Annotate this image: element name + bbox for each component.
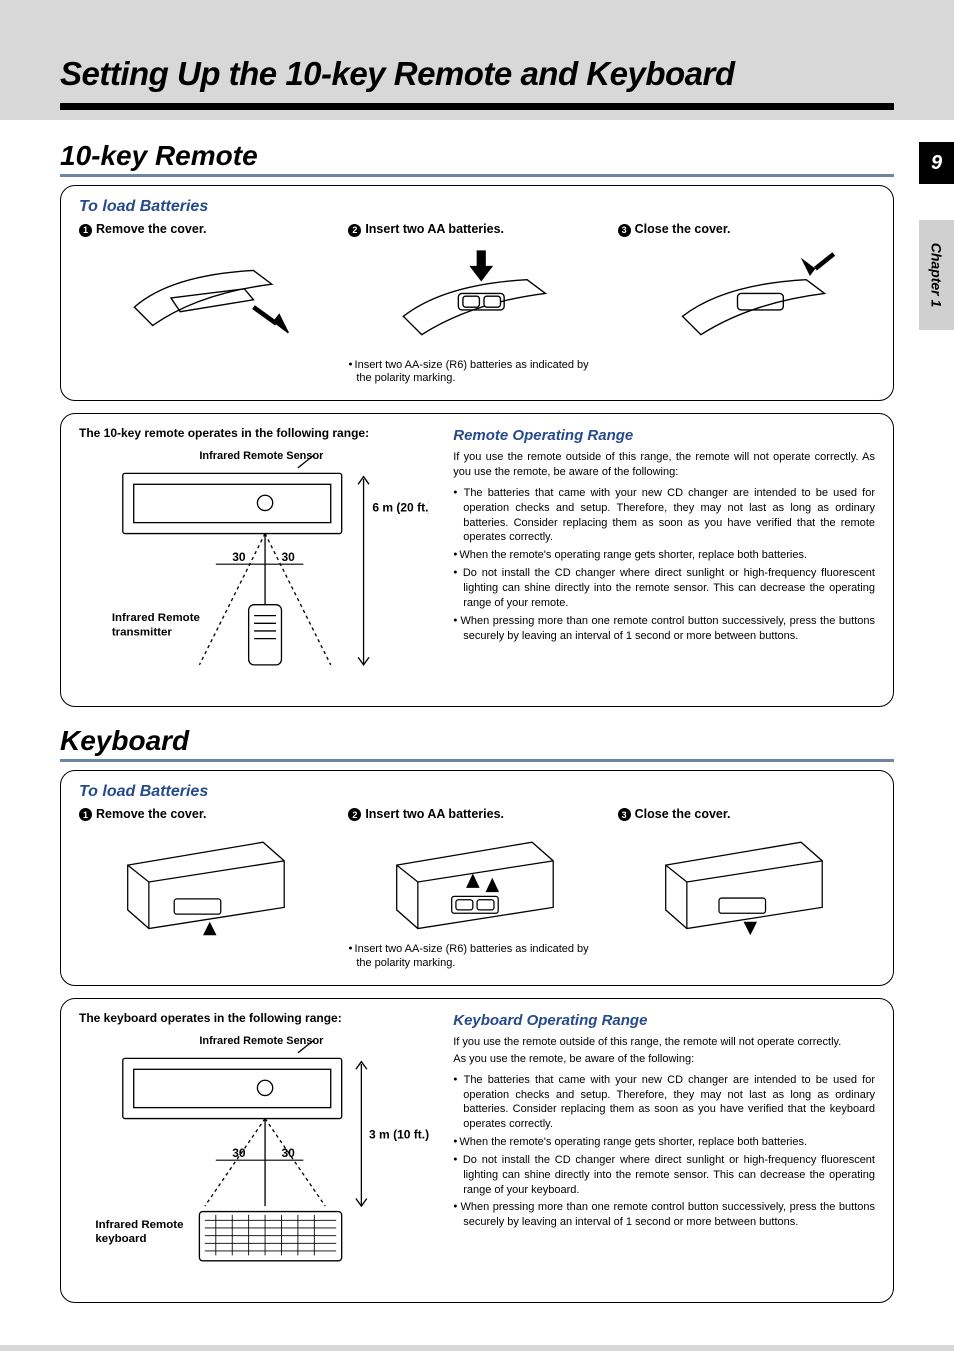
keyboard-range-heading: The keyboard operates in the following r…: [79, 1011, 429, 1025]
angle-left-text: 30: [232, 550, 246, 564]
keyboard-bullet-4: When pressing more than one remote contr…: [453, 1200, 875, 1230]
kb-angle-right-text: 30: [281, 1146, 295, 1160]
kb-step2-note: Insert two AA-size (R6) batteries as ind…: [348, 943, 605, 971]
remote-bullet-2: When the remote's operating range gets s…: [453, 548, 875, 563]
kb-sensor-label-text: Infrared Remote Sensor: [199, 1035, 324, 1047]
remote-op-intro: If you use the remote outside of this ra…: [453, 450, 875, 480]
keyboard-load-batteries-block: To load Batteries 1 Remove the cover. 2 In…: [60, 770, 894, 986]
kb-transmitter-label-line1: Infrared Remote: [95, 1219, 183, 1231]
keyboard-bullet-2: When the remote's operating range gets s…: [453, 1135, 875, 1150]
step-badge-3: 3: [618, 224, 631, 237]
keyboard-bullet-3: Do not install the CD changer where dire…: [453, 1153, 875, 1198]
remote-bullet-3: Do not install the CD changer where dire…: [453, 566, 875, 611]
keyboard-step-1: 1 Remove the cover.: [79, 807, 336, 971]
kb-step-badge-1: 1: [79, 808, 92, 821]
keyboard-load-title: To load Batteries: [79, 783, 875, 801]
step-badge-1: 1: [79, 224, 92, 237]
remote-insert-batteries-illustration: [348, 243, 605, 353]
keyboard-op-intro2: As you use the remote, be aware of the f…: [453, 1052, 875, 1067]
transmitter-label-line2: transmitter: [112, 626, 173, 638]
title-rule: [60, 103, 894, 110]
kb-step1-label: Remove the cover.: [96, 807, 206, 821]
keyboard-insert-batteries-illustration: [348, 827, 605, 937]
kb-step2-label: Insert two AA batteries.: [365, 807, 504, 821]
remote-range-illustration: Infrared Remote Sensor 6 m (20 ft.) 30 3…: [79, 446, 429, 692]
remote-step1-label: Remove the cover.: [96, 222, 206, 236]
kb-distance-text: 3 m (10 ft.): [369, 1127, 429, 1141]
remote-step2-label: Insert two AA batteries.: [365, 222, 504, 236]
kb-step-badge-3: 3: [618, 808, 631, 821]
chapter-tab-label: Chapter 1: [929, 243, 945, 308]
remote-op-range-title: Remote Operating Range: [453, 426, 875, 446]
distance-text: 6 m (20 ft.): [372, 501, 429, 515]
remote-close-cover-illustration: [618, 243, 875, 353]
remote-remove-cover-illustration: [79, 243, 336, 353]
kb-transmitter-label-line2: keyboard: [95, 1233, 146, 1245]
remote-bullet-4: When pressing more than one remote contr…: [453, 614, 875, 644]
page-title: Setting Up the 10-key Remote and Keyboar…: [60, 55, 894, 93]
keyboard-bullet-1: The batteries that came with your new CD…: [453, 1073, 875, 1132]
keyboard-op-range-title: Keyboard Operating Range: [453, 1011, 875, 1031]
kb-step-badge-2: 2: [348, 808, 361, 821]
sensor-label-text: Infrared Remote Sensor: [199, 450, 324, 462]
step-badge-2: 2: [348, 224, 361, 237]
remote-load-batteries-block: To load Batteries 1 Remove the cover. 2 In…: [60, 185, 894, 401]
keyboard-step-3: 3 Close the cover.: [618, 807, 875, 971]
kb-angle-left-text: 30: [232, 1146, 246, 1160]
remote-range-block: The 10-key remote operates in the follow…: [60, 413, 894, 707]
remote-step-2: 2 Insert two AA batteries. Insert two AA-…: [348, 222, 605, 386]
remote-step-3: 3 Close the cover.: [618, 222, 875, 386]
keyboard-remove-cover-illustration: [79, 827, 336, 937]
remote-step3-label: Close the cover.: [635, 222, 731, 236]
remote-step-1: 1 Remove the cover.: [79, 222, 336, 386]
angle-right-text: 30: [281, 550, 295, 564]
remote-range-heading: The 10-key remote operates in the follow…: [79, 426, 429, 440]
keyboard-range-block: The keyboard operates in the following r…: [60, 998, 894, 1303]
remote-bullet-1: The batteries that came with your new CD…: [453, 486, 875, 545]
remote-step2-note: Insert two AA-size (R6) batteries as ind…: [348, 359, 605, 387]
chapter-tab: Chapter 1: [919, 220, 954, 330]
page-number-tab: 9: [919, 142, 954, 184]
keyboard-range-illustration: Infrared Remote Sensor 3 m (10 ft.) 30 3…: [79, 1031, 429, 1288]
remote-load-title: To load Batteries: [79, 198, 875, 216]
keyboard-close-cover-illustration: [618, 827, 875, 937]
keyboard-op-intro1: If you use the remote outside of this ra…: [453, 1035, 875, 1050]
transmitter-label-line1: Infrared Remote: [112, 612, 200, 624]
kb-step3-label: Close the cover.: [635, 807, 731, 821]
section-heading-keyboard: Keyboard: [60, 725, 894, 757]
section-heading-remote: 10-key Remote: [60, 140, 894, 172]
keyboard-step-2: 2 Insert two AA batteries. Insert two AA-…: [348, 807, 605, 971]
